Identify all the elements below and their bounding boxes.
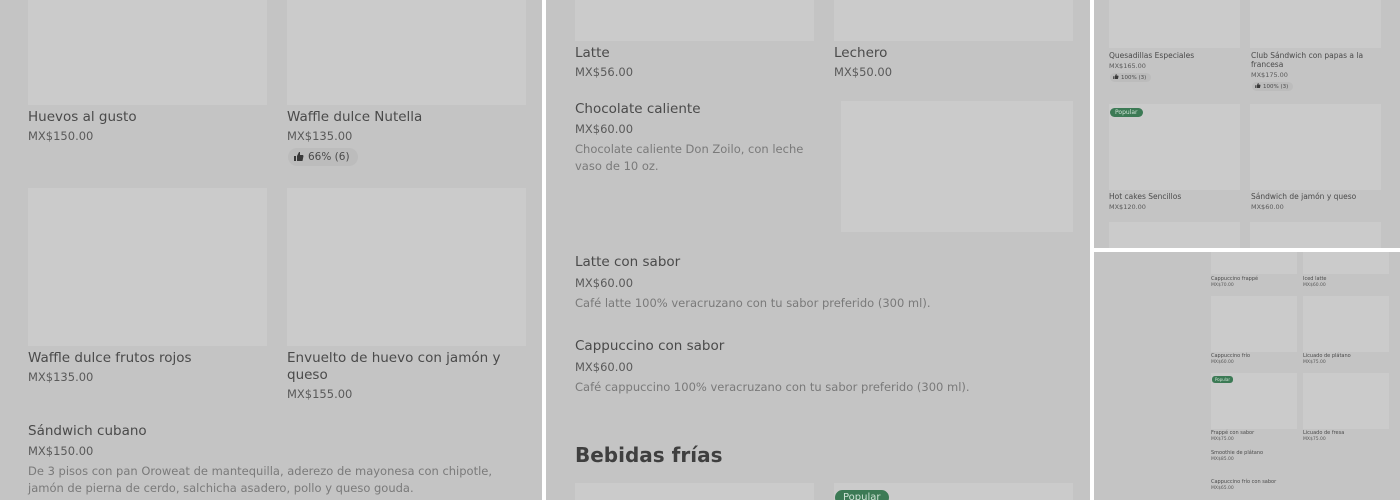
rating-badge: 100% (3) [1110, 73, 1152, 82]
item-image[interactable] [28, 188, 267, 346]
menu-panel-drinks: Latte MX$56.00 Lechero MX$50.00 Chocolat… [546, 0, 1090, 500]
item-price: MX$75.00 [1303, 437, 1326, 442]
item-image[interactable] [287, 0, 526, 105]
rating-text: 100% (3) [1121, 75, 1147, 81]
item-price: MX$175.00 [1251, 71, 1288, 79]
popular-badge: Popular [835, 490, 889, 500]
item-image[interactable] [575, 483, 814, 500]
item-price: MX$60.00 [575, 276, 634, 290]
section-heading: Bebidas frías [575, 443, 723, 467]
item-price: MX$60.00 [1211, 360, 1234, 365]
item-image[interactable] [28, 0, 267, 105]
item-name[interactable]: Sándwich cubano [28, 423, 147, 439]
item-name[interactable]: Smoothie de plátano [1211, 450, 1263, 456]
thumbs-up-icon [294, 152, 304, 161]
item-description: Café cappuccino 100% veracruzano con tu … [575, 380, 970, 394]
item-image[interactable] [1303, 373, 1389, 429]
item-description: De 3 pisos con pan Oroweat de mantequill… [28, 464, 493, 495]
item-description: Chocolate caliente Don Zoilo, con leche … [575, 142, 804, 173]
item-price: MX$135.00 [287, 129, 353, 143]
item-name[interactable]: Waffle dulce frutos rojos [28, 350, 192, 366]
item-name[interactable]: Hot cakes Sencillos [1109, 192, 1181, 201]
item-image[interactable] [1250, 104, 1381, 190]
item-name[interactable]: Iced latte [1303, 276, 1327, 282]
item-image[interactable] [575, 0, 814, 41]
item-image[interactable] [1303, 296, 1389, 352]
item-price: MX$120.00 [1109, 203, 1146, 211]
item-image[interactable] [1109, 222, 1240, 248]
menu-panel-breakfast: Huevos al gusto MX$150.00 Waffle dulce N… [0, 0, 542, 500]
popular-badge: Popular [1110, 108, 1143, 117]
item-price: MX$60.00 [575, 360, 634, 374]
rating-text: 66% (6) [308, 151, 350, 163]
item-image[interactable] [1303, 252, 1389, 274]
item-name[interactable]: Licuado de fresa [1303, 430, 1344, 436]
rating-badge: 66% (6) [288, 148, 358, 166]
item-name[interactable]: Cappuccino frappé [1211, 276, 1258, 282]
item-name[interactable]: Huevos al gusto [28, 109, 137, 125]
item-name[interactable]: Club Sándwich con papas a la francesa [1251, 51, 1379, 69]
item-price: MX$150.00 [28, 444, 94, 458]
item-price: MX$56.00 [575, 65, 634, 79]
item-price: MX$155.00 [287, 387, 353, 401]
menu-panel-mini-food: Quesadillas Especiales MX$165.00 100% (3… [1094, 0, 1400, 248]
menu-panel-mini-drinks: Cappuccino frappé MX$70.00 Iced latte MX… [1094, 252, 1400, 500]
item-name[interactable]: Licuado de plátano [1303, 353, 1351, 359]
item-image[interactable] [287, 188, 526, 346]
rating-text: 100% (3) [1263, 84, 1289, 90]
item-image[interactable] [1250, 222, 1381, 248]
rating-badge: 100% (3) [1252, 82, 1294, 91]
item-price: MX$60.00 [575, 122, 634, 136]
item-image[interactable] [834, 0, 1073, 41]
item-price: MX$85.00 [1211, 457, 1234, 462]
item-price: MX$60.00 [1251, 203, 1284, 211]
item-name[interactable]: Cappuccino frío [1211, 353, 1250, 359]
item-name[interactable]: Cappuccino con sabor [575, 338, 724, 354]
item-price: MX$165.00 [1109, 62, 1146, 70]
item-name[interactable]: Latte [575, 45, 610, 61]
item-name[interactable]: Cappuccino frío con sabor [1211, 479, 1276, 485]
item-image[interactable] [841, 101, 1073, 232]
item-image[interactable] [1250, 0, 1381, 48]
item-price: MX$75.00 [1211, 437, 1234, 442]
item-name[interactable]: Sándwich de jamón y queso [1251, 192, 1356, 201]
item-name[interactable]: Frappé con sabor [1211, 430, 1254, 436]
item-image[interactable] [1211, 252, 1297, 274]
item-name[interactable]: Lechero [834, 45, 887, 61]
item-price: MX$150.00 [28, 129, 94, 143]
item-description: Café latte 100% veracruzano con tu sabor… [575, 296, 931, 310]
item-image[interactable] [1211, 296, 1297, 352]
popular-badge: Popular [1212, 376, 1233, 383]
item-name[interactable]: Latte con sabor [575, 254, 680, 270]
item-price: MX$70.00 [1211, 283, 1234, 288]
item-name[interactable]: Waffle dulce Nutella [287, 109, 422, 125]
thumbs-up-icon [1255, 83, 1261, 88]
item-image[interactable] [1109, 0, 1240, 48]
item-price: MX$65.00 [1211, 486, 1234, 491]
item-name[interactable]: Envuelto de huevo con jamón y queso [287, 350, 517, 384]
thumbs-up-icon [1113, 74, 1119, 79]
item-price: MX$50.00 [834, 65, 893, 79]
item-name[interactable]: Quesadillas Especiales [1109, 51, 1194, 60]
item-name[interactable]: Chocolate caliente [575, 101, 701, 117]
item-price: MX$75.00 [1303, 360, 1326, 365]
item-price: MX$60.00 [1303, 283, 1326, 288]
item-price: MX$135.00 [28, 370, 94, 384]
